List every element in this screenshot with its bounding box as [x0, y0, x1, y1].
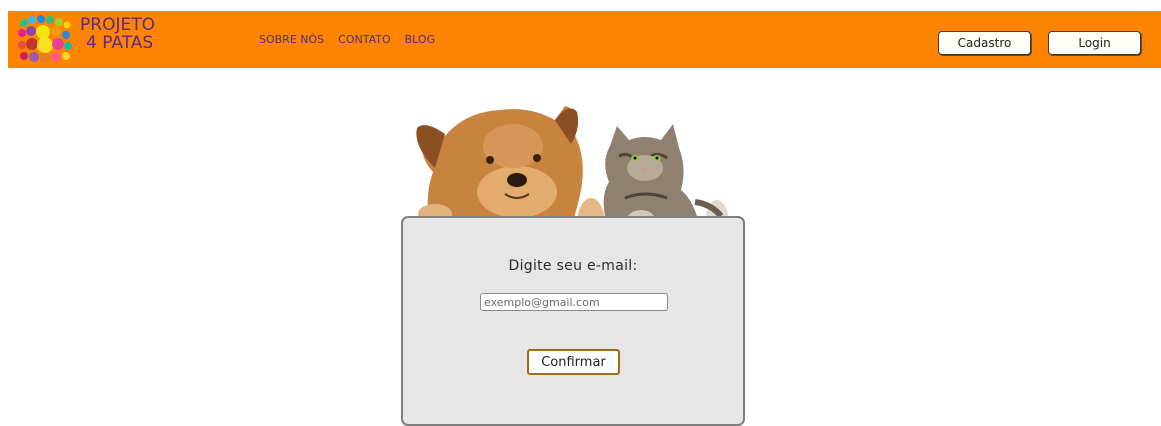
confirm-button[interactable]: Confirmar [527, 349, 620, 375]
nav-links: SOBRE NÓS CONTATO BLOG [259, 33, 449, 46]
nav-blog-link[interactable]: BLOG [405, 33, 435, 46]
nav-about-link[interactable]: SOBRE NÓS [259, 33, 324, 46]
register-button[interactable]: Cadastro [938, 31, 1031, 55]
email-input[interactable] [480, 293, 668, 311]
paw-logo-icon[interactable] [16, 14, 74, 65]
email-card: Digite seu e-mail: Confirmar [401, 216, 745, 426]
top-strip [0, 0, 1161, 11]
email-prompt-label: Digite seu e-mail: [508, 258, 638, 274]
login-button[interactable]: Login [1048, 31, 1141, 55]
logo-text[interactable]: PROJETO 4 PATAS [80, 16, 180, 52]
logo-line-2: 4 PATAS [86, 33, 154, 53]
navbar: PROJETO 4 PATAS SOBRE NÓS CONTATO BLOG C… [8, 11, 1161, 68]
logo-line-1: PROJETO [80, 15, 155, 35]
nav-contact-link[interactable]: CONTATO [338, 33, 390, 46]
